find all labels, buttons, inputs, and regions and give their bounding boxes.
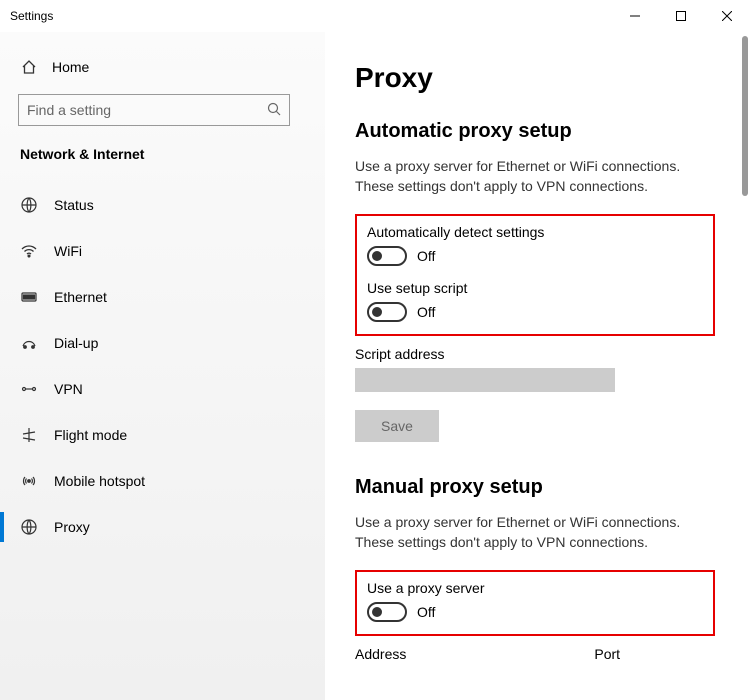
- search-input[interactable]: Find a setting: [18, 94, 290, 126]
- proxy-icon: [20, 518, 38, 536]
- auto-detect-state: Off: [417, 248, 435, 264]
- setup-script-label: Use setup script: [367, 280, 703, 296]
- save-button[interactable]: Save: [355, 410, 439, 442]
- home-label: Home: [52, 59, 89, 75]
- search-placeholder: Find a setting: [27, 102, 267, 118]
- sidebar-item-flight[interactable]: Flight mode: [18, 412, 325, 458]
- sidebar-item-ethernet[interactable]: Ethernet: [18, 274, 325, 320]
- sidebar-item-hotspot[interactable]: Mobile hotspot: [18, 458, 325, 504]
- sidebar-item-status[interactable]: Status: [18, 182, 325, 228]
- flight-icon: [20, 426, 38, 444]
- sidebar: Home Find a setting Network & Internet S…: [0, 32, 325, 700]
- minimize-button[interactable]: [612, 0, 658, 32]
- window-title: Settings: [10, 9, 53, 23]
- titlebar: Settings: [0, 0, 750, 32]
- sidebar-item-label: Status: [54, 197, 94, 213]
- dialup-icon: [20, 334, 38, 352]
- auto-highlight-box: Automatically detect settings Off Use se…: [355, 214, 715, 336]
- auto-detect-label: Automatically detect settings: [367, 224, 703, 240]
- sidebar-item-proxy[interactable]: Proxy: [18, 504, 325, 550]
- sidebar-item-vpn[interactable]: VPN: [18, 366, 325, 412]
- auto-section-title: Automatic proxy setup: [355, 120, 726, 143]
- use-proxy-label: Use a proxy server: [367, 580, 703, 596]
- script-address-label: Script address: [355, 346, 726, 362]
- home-link[interactable]: Home: [18, 52, 325, 94]
- maximize-button[interactable]: [658, 0, 704, 32]
- status-icon: [20, 196, 38, 214]
- home-icon: [20, 58, 38, 76]
- ethernet-icon: [20, 288, 38, 306]
- scrollbar[interactable]: [742, 36, 748, 196]
- sidebar-item-label: VPN: [54, 381, 83, 397]
- sidebar-item-label: Flight mode: [54, 427, 127, 443]
- sidebar-item-dialup[interactable]: Dial-up: [18, 320, 325, 366]
- setup-script-state: Off: [417, 304, 435, 320]
- manual-highlight-box: Use a proxy server Off: [355, 570, 715, 636]
- close-button[interactable]: [704, 0, 750, 32]
- sidebar-item-label: Mobile hotspot: [54, 473, 145, 489]
- use-proxy-toggle[interactable]: [367, 602, 407, 622]
- manual-section-title: Manual proxy setup: [355, 476, 726, 499]
- manual-section-desc: Use a proxy server for Ethernet or WiFi …: [355, 513, 715, 552]
- sidebar-item-wifi[interactable]: WiFi: [18, 228, 325, 274]
- auto-section-desc: Use a proxy server for Ethernet or WiFi …: [355, 157, 715, 196]
- vpn-icon: [20, 380, 38, 398]
- sidebar-item-label: Proxy: [54, 519, 90, 535]
- sidebar-item-label: Ethernet: [54, 289, 107, 305]
- hotspot-icon: [20, 472, 38, 490]
- sidebar-item-label: WiFi: [54, 243, 82, 259]
- setup-script-toggle[interactable]: [367, 302, 407, 322]
- use-proxy-state: Off: [417, 604, 435, 620]
- category-title: Network & Internet: [20, 146, 325, 162]
- address-label: Address: [355, 646, 406, 662]
- main-panel: Proxy Automatic proxy setup Use a proxy …: [325, 32, 750, 700]
- wifi-icon: [20, 242, 38, 260]
- auto-detect-toggle[interactable]: [367, 246, 407, 266]
- sidebar-item-label: Dial-up: [54, 335, 98, 351]
- page-title: Proxy: [355, 62, 726, 94]
- script-address-input[interactable]: [355, 368, 615, 392]
- port-label: Port: [594, 646, 620, 662]
- search-icon: [267, 102, 281, 119]
